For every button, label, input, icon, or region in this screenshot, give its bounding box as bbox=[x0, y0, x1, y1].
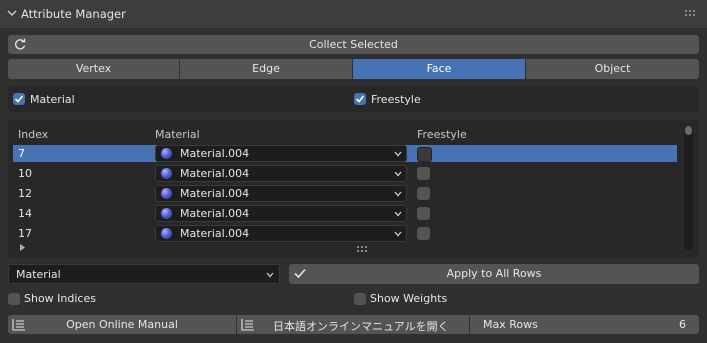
freestyle-checkbox[interactable] bbox=[354, 93, 366, 105]
tab-vertex[interactable]: Vertex bbox=[8, 59, 179, 79]
apply-to-all-rows-button[interactable]: Apply to All Rows bbox=[289, 264, 699, 284]
scrollbar-thumb[interactable] bbox=[685, 126, 692, 135]
material-name: Material.004 bbox=[180, 227, 250, 240]
material-selector[interactable]: Material.004 bbox=[155, 185, 407, 202]
show-indices-label: Show Indices bbox=[24, 292, 96, 305]
material-checkbox[interactable] bbox=[13, 93, 25, 105]
row-index: 10 bbox=[18, 167, 32, 180]
chevron-down-icon bbox=[394, 171, 402, 177]
row-index: 12 bbox=[18, 187, 32, 200]
freestyle-checkbox-label: Freestyle bbox=[371, 93, 421, 106]
freestyle-checkbox[interactable] bbox=[417, 227, 430, 240]
footer-bar: Open Online Manual 日本語オンラインマニュアルを開く Max … bbox=[8, 315, 699, 335]
row-index: 14 bbox=[18, 207, 32, 220]
attribute-type-dropdown[interactable]: Material bbox=[8, 264, 280, 284]
apply-to-all-rows-label: Apply to All Rows bbox=[446, 267, 542, 280]
list-resize-grip-icon[interactable] bbox=[357, 246, 369, 252]
material-name: Material.004 bbox=[180, 167, 250, 180]
manual-icon bbox=[241, 319, 254, 331]
panel-header[interactable]: Attribute Manager bbox=[0, 0, 707, 29]
domain-tabs: Vertex Edge Face Object bbox=[8, 59, 699, 79]
open-online-manual-button[interactable]: Open Online Manual bbox=[8, 315, 236, 334]
show-weights-checkbox[interactable] bbox=[354, 293, 366, 305]
freestyle-checkbox[interactable] bbox=[417, 167, 430, 180]
material-selector[interactable]: Material.004 bbox=[155, 145, 407, 162]
material-sphere-icon bbox=[161, 228, 172, 239]
chevron-down-icon bbox=[394, 151, 402, 157]
max-rows-field[interactable]: Max Rows 6 bbox=[470, 315, 699, 334]
max-rows-value: 6 bbox=[679, 318, 686, 331]
row-index: 7 bbox=[18, 147, 25, 160]
collect-selected-button[interactable]: Collect Selected bbox=[8, 35, 699, 54]
show-weights-label: Show Weights bbox=[370, 292, 448, 305]
material-name: Material.004 bbox=[180, 207, 250, 220]
material-checkbox-label: Material bbox=[30, 93, 75, 106]
expand-filter-icon[interactable] bbox=[19, 244, 26, 251]
column-header-freestyle: Freestyle bbox=[417, 128, 467, 141]
column-header-index: Index bbox=[18, 128, 49, 141]
material-selector[interactable]: Material.004 bbox=[155, 225, 407, 242]
tab-face[interactable]: Face bbox=[353, 59, 525, 79]
checkmark-icon bbox=[14, 95, 24, 103]
tab-edge[interactable]: Edge bbox=[180, 59, 352, 79]
freestyle-checkbox[interactable] bbox=[417, 147, 432, 162]
open-japanese-manual-button[interactable]: 日本語オンラインマニュアルを開く bbox=[237, 315, 469, 334]
attribute-type-value: Material bbox=[16, 268, 61, 281]
collect-selected-label: Collect Selected bbox=[309, 38, 398, 51]
panel-title: Attribute Manager bbox=[21, 7, 126, 21]
material-sphere-icon bbox=[161, 168, 172, 179]
material-name: Material.004 bbox=[180, 147, 250, 160]
filter-checkbox-row: Material Freestyle bbox=[8, 86, 699, 112]
chevron-down-icon bbox=[266, 272, 274, 278]
tab-object[interactable]: Object bbox=[526, 59, 699, 79]
material-name: Material.004 bbox=[180, 187, 250, 200]
row-index: 17 bbox=[18, 227, 32, 240]
chevron-down-icon[interactable] bbox=[7, 8, 17, 18]
material-selector[interactable]: Material.004 bbox=[155, 205, 407, 222]
open-online-manual-label: Open Online Manual bbox=[66, 318, 178, 331]
material-selector[interactable]: Material.004 bbox=[155, 165, 407, 182]
material-sphere-icon bbox=[161, 208, 172, 219]
show-indices-checkbox[interactable] bbox=[8, 293, 20, 305]
freestyle-checkbox[interactable] bbox=[417, 187, 430, 200]
material-sphere-icon bbox=[161, 148, 172, 159]
material-sphere-icon bbox=[161, 188, 172, 199]
drag-grip-icon[interactable] bbox=[685, 10, 697, 18]
max-rows-label: Max Rows bbox=[483, 318, 538, 331]
open-japanese-manual-label: 日本語オンラインマニュアルを開く bbox=[273, 320, 449, 333]
checkmark-icon bbox=[355, 95, 365, 103]
column-header-material: Material bbox=[155, 128, 200, 141]
chevron-down-icon bbox=[394, 191, 402, 197]
chevron-down-icon bbox=[394, 211, 402, 217]
freestyle-checkbox[interactable] bbox=[417, 207, 430, 220]
attribute-list: Index Material Freestyle 7 Material.004 … bbox=[8, 120, 699, 258]
attribute-manager-panel: Attribute Manager Collect Selected Verte… bbox=[0, 0, 707, 343]
chevron-down-icon bbox=[394, 231, 402, 237]
list-scrollbar[interactable] bbox=[684, 126, 693, 250]
